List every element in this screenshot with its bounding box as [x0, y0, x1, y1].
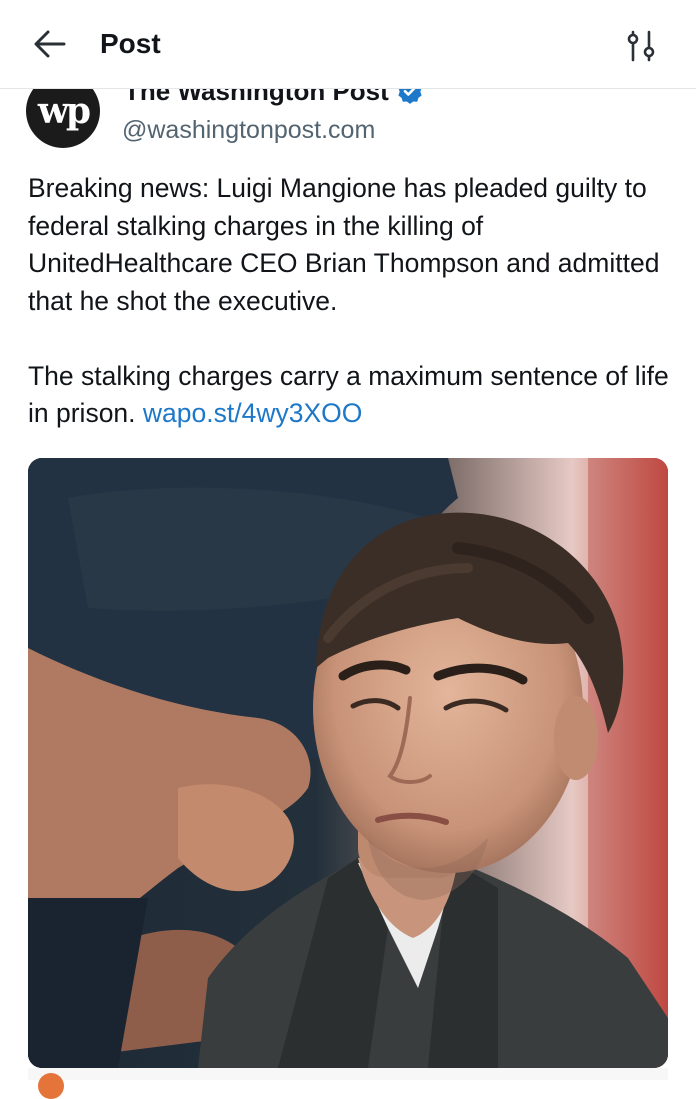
author-handle[interactable]: @washingtonpost.com — [122, 114, 375, 146]
author-name[interactable]: The Washington Post — [124, 88, 423, 106]
filter-button[interactable] — [622, 26, 662, 66]
back-button[interactable] — [26, 22, 74, 66]
post-paragraph-1: Breaking news: Luigi Mangione has pleade… — [28, 173, 660, 316]
post-link[interactable]: wapo.st/4wy3XOO — [143, 398, 362, 428]
post-paragraph-2: The stalking charges carry a maximum sen… — [28, 358, 678, 433]
post-body: Breaking news: Luigi Mangione has pleade… — [28, 170, 678, 433]
next-item-avatar[interactable] — [38, 1073, 64, 1099]
page-title: Post — [100, 28, 161, 59]
arrow-left-icon — [34, 30, 66, 58]
verified-badge-icon — [398, 88, 422, 104]
author-row[interactable]: wp The Washington Post @washingtonpost.c… — [0, 88, 696, 158]
author-name-text: The Washington Post — [124, 88, 389, 106]
photo-illustration — [28, 458, 668, 1068]
sliders-icon — [627, 30, 655, 62]
next-item-divider — [28, 1068, 668, 1080]
post-photo[interactable] — [28, 458, 668, 1068]
avatar-text: wp — [37, 90, 91, 132]
top-bar: Post — [0, 0, 696, 89]
avatar[interactable]: wp — [26, 88, 100, 148]
